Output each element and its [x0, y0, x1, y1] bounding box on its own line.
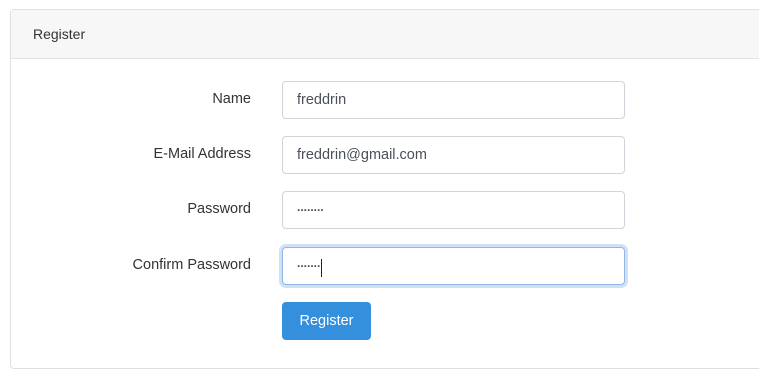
email-label: E-Mail Address: [153, 146, 251, 162]
password-value: ........: [297, 200, 324, 214]
card-title: Register: [33, 26, 86, 42]
confirm-password-value: .......: [297, 256, 321, 270]
email-input[interactable]: freddrin@gmail.com: [282, 136, 625, 174]
email-row: E-Mail Address freddrin@gmail.com: [11, 136, 759, 174]
name-label: Name: [212, 91, 251, 107]
name-row: Name freddrin: [11, 81, 759, 119]
confirm-password-input[interactable]: .......: [282, 247, 625, 285]
confirm-password-label: Confirm Password: [132, 257, 251, 273]
password-label: Password: [187, 201, 251, 217]
email-value: freddrin@gmail.com: [297, 147, 427, 163]
confirm-password-row: Confirm Password .......: [11, 247, 759, 285]
password-row: Password ........: [11, 191, 759, 229]
name-input[interactable]: freddrin: [282, 81, 625, 119]
card-header: Register: [11, 10, 759, 59]
register-card: Register Name freddrin E-Mail Address fr…: [10, 9, 759, 369]
register-button[interactable]: Register: [282, 302, 371, 340]
name-value: freddrin: [297, 92, 347, 108]
text-caret: [321, 259, 323, 278]
password-input[interactable]: ........: [282, 191, 625, 229]
